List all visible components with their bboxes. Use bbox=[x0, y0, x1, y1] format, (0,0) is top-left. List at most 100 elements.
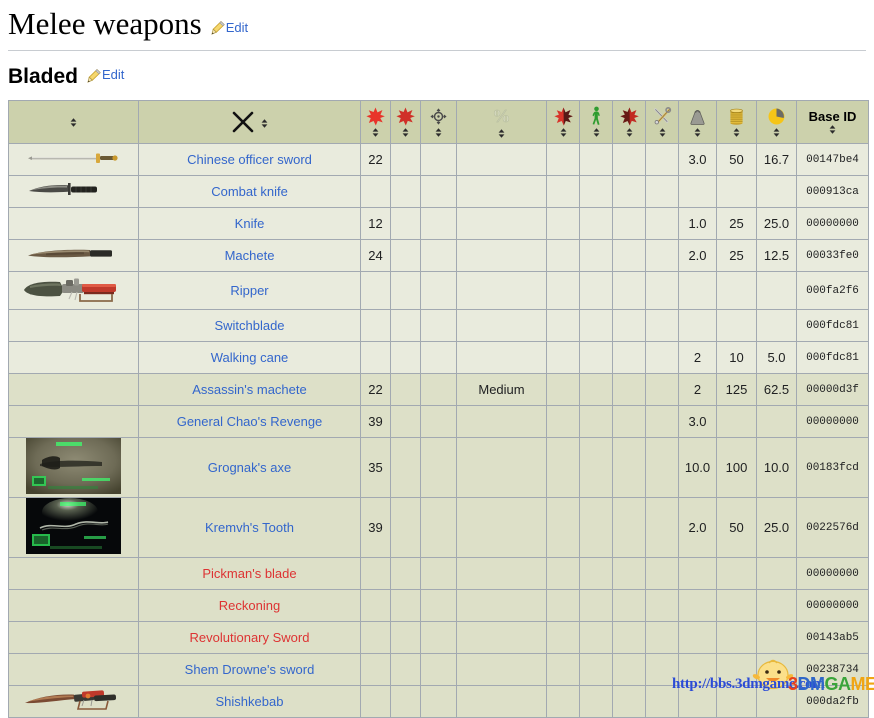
accuracy-cell bbox=[420, 685, 457, 718]
damage-alt-cell bbox=[390, 653, 421, 687]
weight-cell: 3.0 bbox=[678, 143, 717, 177]
sort-arrows-icon bbox=[433, 127, 444, 138]
value-cell: 25 bbox=[716, 207, 757, 241]
bleed-cell bbox=[546, 405, 580, 439]
weapon-name-link[interactable]: Reckoning bbox=[219, 598, 280, 613]
sort-arrows-icon bbox=[771, 127, 782, 138]
weapon-name-link[interactable]: Kremvh's Tooth bbox=[205, 520, 294, 535]
weapon-name-link[interactable]: Ripper bbox=[230, 283, 268, 298]
page-edit-link[interactable]: Edit bbox=[226, 20, 248, 35]
damage-alt-cell bbox=[390, 239, 421, 273]
damage-alt-cell bbox=[390, 143, 421, 177]
weapon-name-link[interactable]: Knife bbox=[235, 216, 265, 231]
accuracy-cell bbox=[420, 653, 457, 687]
weapon-name-link[interactable]: Pickman's blade bbox=[202, 566, 296, 581]
column-header-spread[interactable]: % bbox=[456, 100, 547, 145]
red-black-star-icon bbox=[553, 107, 573, 126]
weapon-name-link[interactable]: Walking cane bbox=[211, 350, 289, 365]
crit-damage-cell bbox=[612, 239, 646, 273]
action-points-cell bbox=[645, 271, 679, 311]
weapon-name-cell: Combat knife bbox=[138, 175, 361, 209]
weapon-name-link[interactable]: Grognak's axe bbox=[208, 460, 291, 475]
section-title-text: Bladed bbox=[8, 64, 79, 88]
column-header-base-id[interactable]: Base ID bbox=[796, 100, 869, 145]
percent-icon: % bbox=[489, 106, 514, 127]
weapon-name-link[interactable]: Assassin's machete bbox=[192, 382, 306, 397]
accuracy-cell bbox=[420, 589, 457, 623]
table-row: Shishkebab 000da2fb bbox=[8, 685, 869, 718]
column-header-weight[interactable] bbox=[678, 100, 717, 145]
base-id-cell: 00000000 bbox=[796, 405, 869, 439]
limb-damage-cell bbox=[579, 271, 613, 311]
column-header-value[interactable] bbox=[716, 100, 757, 145]
column-header-accuracy[interactable] bbox=[420, 100, 457, 145]
column-header-crit-damage[interactable] bbox=[612, 100, 646, 145]
weapon-image-cell[interactable] bbox=[8, 239, 139, 273]
weapon-image-cell[interactable] bbox=[8, 685, 139, 718]
weapon-name-link[interactable]: Shishkebab bbox=[216, 694, 284, 709]
value-ratio-cell bbox=[756, 271, 797, 311]
damage-alt-cell bbox=[390, 175, 421, 209]
column-header-damage[interactable] bbox=[360, 100, 391, 145]
value-ratio-cell bbox=[756, 589, 797, 623]
weapon-image-cell[interactable] bbox=[8, 143, 139, 177]
bleed-cell bbox=[546, 589, 580, 623]
weapon-name-link[interactable]: Combat knife bbox=[211, 184, 288, 199]
dark-red-star-icon bbox=[619, 107, 639, 126]
weapon-name-cell: Revolutionary Sword bbox=[138, 621, 361, 655]
weapon-name-link[interactable]: Switchblade bbox=[214, 318, 284, 333]
column-header-action-points[interactable] bbox=[645, 100, 679, 145]
weapon-image-cell bbox=[8, 373, 139, 407]
value-ratio-cell bbox=[756, 557, 797, 591]
spread-cell bbox=[456, 239, 547, 273]
weapon-name-link[interactable]: Shem Drowne's sword bbox=[185, 662, 315, 677]
column-header-name[interactable] bbox=[138, 100, 361, 145]
damage-alt-cell bbox=[390, 497, 421, 559]
weapon-image-cell[interactable] bbox=[8, 497, 139, 559]
weapon-name-link[interactable]: Chinese officer sword bbox=[187, 152, 312, 167]
base-id-cell: 00033fe0 bbox=[796, 239, 869, 273]
sort-arrows-icon bbox=[624, 127, 635, 138]
weapon-image-cell bbox=[8, 621, 139, 655]
weapon-name-link[interactable]: Revolutionary Sword bbox=[190, 630, 310, 645]
value-cell bbox=[716, 685, 757, 718]
bleed-cell bbox=[546, 685, 580, 718]
weapon-name-link[interactable]: General Chao's Revenge bbox=[177, 414, 323, 429]
bleed-cell bbox=[546, 175, 580, 209]
action-points-cell bbox=[645, 405, 679, 439]
weapon-image-cell[interactable] bbox=[8, 175, 139, 209]
bleed-cell bbox=[546, 309, 580, 343]
page-edit-section[interactable]: Edit bbox=[210, 5, 248, 41]
sort-arrows-icon bbox=[496, 128, 507, 139]
value-cell: 100 bbox=[716, 437, 757, 499]
weapon-image-cell[interactable] bbox=[8, 271, 139, 311]
value-cell bbox=[716, 557, 757, 591]
column-header-image[interactable] bbox=[8, 100, 139, 145]
weapon-image-cell[interactable] bbox=[8, 437, 139, 499]
column-header-limb-damage[interactable] bbox=[579, 100, 613, 145]
table-row: General Chao's Revenge 39 3.0 00000000 bbox=[8, 405, 869, 439]
accuracy-cell bbox=[420, 373, 457, 407]
pencil-icon bbox=[86, 66, 102, 83]
column-header-value-ratio[interactable] bbox=[756, 100, 797, 145]
section-edit-link[interactable]: Edit bbox=[102, 67, 124, 82]
value-ratio-cell bbox=[756, 405, 797, 439]
bleed-cell bbox=[546, 207, 580, 241]
grognak-axe-screenshot bbox=[26, 438, 121, 497]
section-edit-section[interactable]: Edit bbox=[86, 63, 124, 87]
damage-alt-cell bbox=[390, 271, 421, 311]
bleed-cell bbox=[546, 373, 580, 407]
damage-alt-cell bbox=[390, 557, 421, 591]
weight-cell bbox=[678, 685, 717, 718]
value-cell bbox=[716, 175, 757, 209]
weapon-image-cell bbox=[8, 309, 139, 343]
column-header-bleed[interactable] bbox=[546, 100, 580, 145]
column-header-damage-alt[interactable] bbox=[390, 100, 421, 145]
action-points-cell bbox=[645, 239, 679, 273]
weapon-name-link[interactable]: Machete bbox=[225, 248, 275, 263]
spread-cell bbox=[456, 309, 547, 343]
spread-cell bbox=[456, 143, 547, 177]
limb-damage-cell bbox=[579, 621, 613, 655]
spread-cell bbox=[456, 271, 547, 311]
value-ratio-cell bbox=[756, 309, 797, 343]
